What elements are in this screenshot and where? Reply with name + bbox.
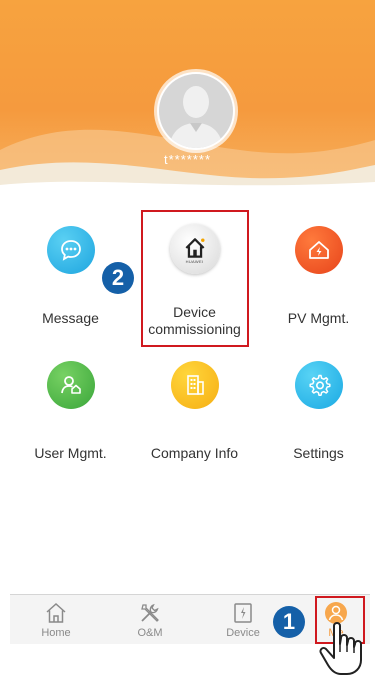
nav-om[interactable]: O&M <box>120 595 180 645</box>
device-icon <box>234 603 252 623</box>
menu-item-label: Settings <box>293 445 344 461</box>
user-house-icon <box>46 361 95 409</box>
default-avatar-icon <box>159 74 233 148</box>
menu-item-settings[interactable]: Settings <box>256 345 375 475</box>
profile-header: t******* <box>0 0 375 200</box>
nav-label: O&M <box>137 627 163 639</box>
tools-icon <box>141 603 159 622</box>
house-power-icon <box>294 226 343 274</box>
nav-home[interactable]: Home <box>26 595 86 645</box>
menu-item-label: Company Info <box>150 445 239 461</box>
menu-item-label: User Mgmt. <box>34 445 107 461</box>
step-1-badge: 1 <box>273 606 305 638</box>
home-icon <box>46 602 66 623</box>
nav-label: Device <box>226 627 260 639</box>
avatar[interactable] <box>157 72 235 150</box>
gear-icon <box>294 361 343 409</box>
username: t******* <box>163 152 212 167</box>
step-2-badge: 2 <box>102 262 134 294</box>
menu-item-user-mgmt[interactable]: User Mgmt. <box>8 345 133 475</box>
nav-device[interactable]: Device <box>213 595 273 645</box>
menu-item-label: Message <box>42 310 99 326</box>
message-icon <box>46 226 95 274</box>
menu-item-label: PV Mgmt. <box>287 310 350 326</box>
menu-item-company-info[interactable]: Company Info <box>132 345 257 475</box>
nav-label: Home <box>41 627 71 639</box>
device-commissioning-highlight <box>141 210 249 347</box>
building-icon <box>170 361 219 409</box>
tap-hand-icon <box>319 622 362 675</box>
menu-item-pv-mgmt[interactable]: PV Mgmt. <box>256 210 375 340</box>
